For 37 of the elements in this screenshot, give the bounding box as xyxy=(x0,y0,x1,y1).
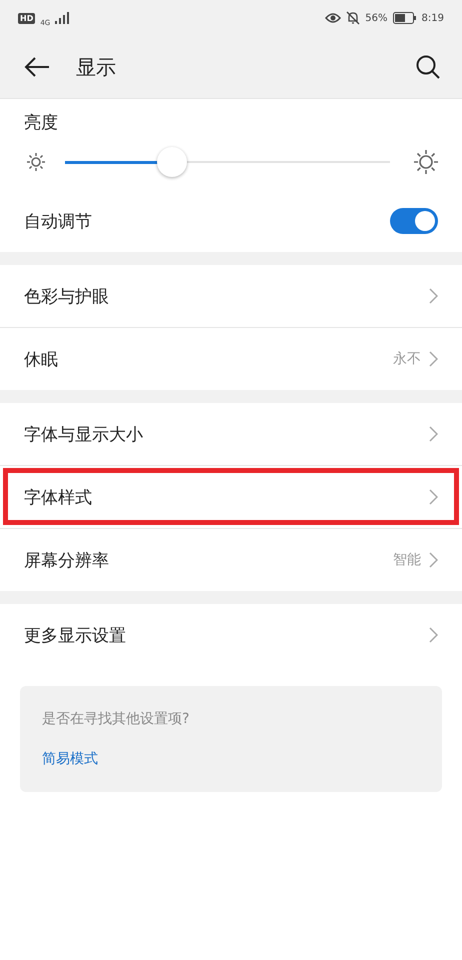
suggestion-question: 是否在寻找其他设置项? xyxy=(42,710,190,728)
settings-item[interactable]: 更多显示设置 xyxy=(0,604,462,666)
setting-label: 字体样式 xyxy=(24,486,92,508)
setting-value: 智能 xyxy=(393,551,421,569)
chevron-icon xyxy=(429,288,438,304)
chevron-icon xyxy=(429,351,438,367)
clock-time: 8:19 xyxy=(422,12,444,24)
battery-icon xyxy=(392,12,417,24)
settings-item[interactable]: 色彩与护眼 xyxy=(0,265,462,327)
eye-icon xyxy=(325,12,342,24)
setting-label: 自动调节 xyxy=(24,210,92,232)
chevron-icon xyxy=(429,627,438,643)
chevron-icon xyxy=(429,426,438,442)
slider-thumb[interactable] xyxy=(157,147,188,177)
setting-value: 永不 xyxy=(393,350,421,368)
setting-label: 休眠 xyxy=(24,348,58,370)
chevron-icon xyxy=(429,552,438,568)
simple-mode-link[interactable]: 简易模式 xyxy=(42,750,98,768)
setting-label: 色彩与护眼 xyxy=(24,286,109,308)
bright-sun-icon xyxy=(414,150,438,174)
signal-icon xyxy=(55,12,70,24)
brightness-slider[interactable] xyxy=(65,146,390,178)
setting-label: 字体与显示大小 xyxy=(24,424,143,446)
search-icon xyxy=(416,55,440,79)
setting-label: 屏幕分辨率 xyxy=(24,550,109,572)
chevron-icon xyxy=(429,489,438,505)
dim-sun-icon xyxy=(27,153,45,171)
back-arrow-icon xyxy=(24,56,50,78)
page-title: 显示 xyxy=(76,54,117,80)
settings-item[interactable]: 字体样式 xyxy=(0,465,462,528)
toggle-switch[interactable] xyxy=(390,208,438,234)
battery-percent: 56% xyxy=(365,12,388,24)
settings-item[interactable]: 字体与显示大小 xyxy=(0,403,462,465)
brightness-label: 亮度 xyxy=(24,113,58,133)
hd-badge: HD xyxy=(18,12,36,24)
bell-off-icon xyxy=(346,11,360,25)
setting-label: 更多显示设置 xyxy=(24,624,126,646)
